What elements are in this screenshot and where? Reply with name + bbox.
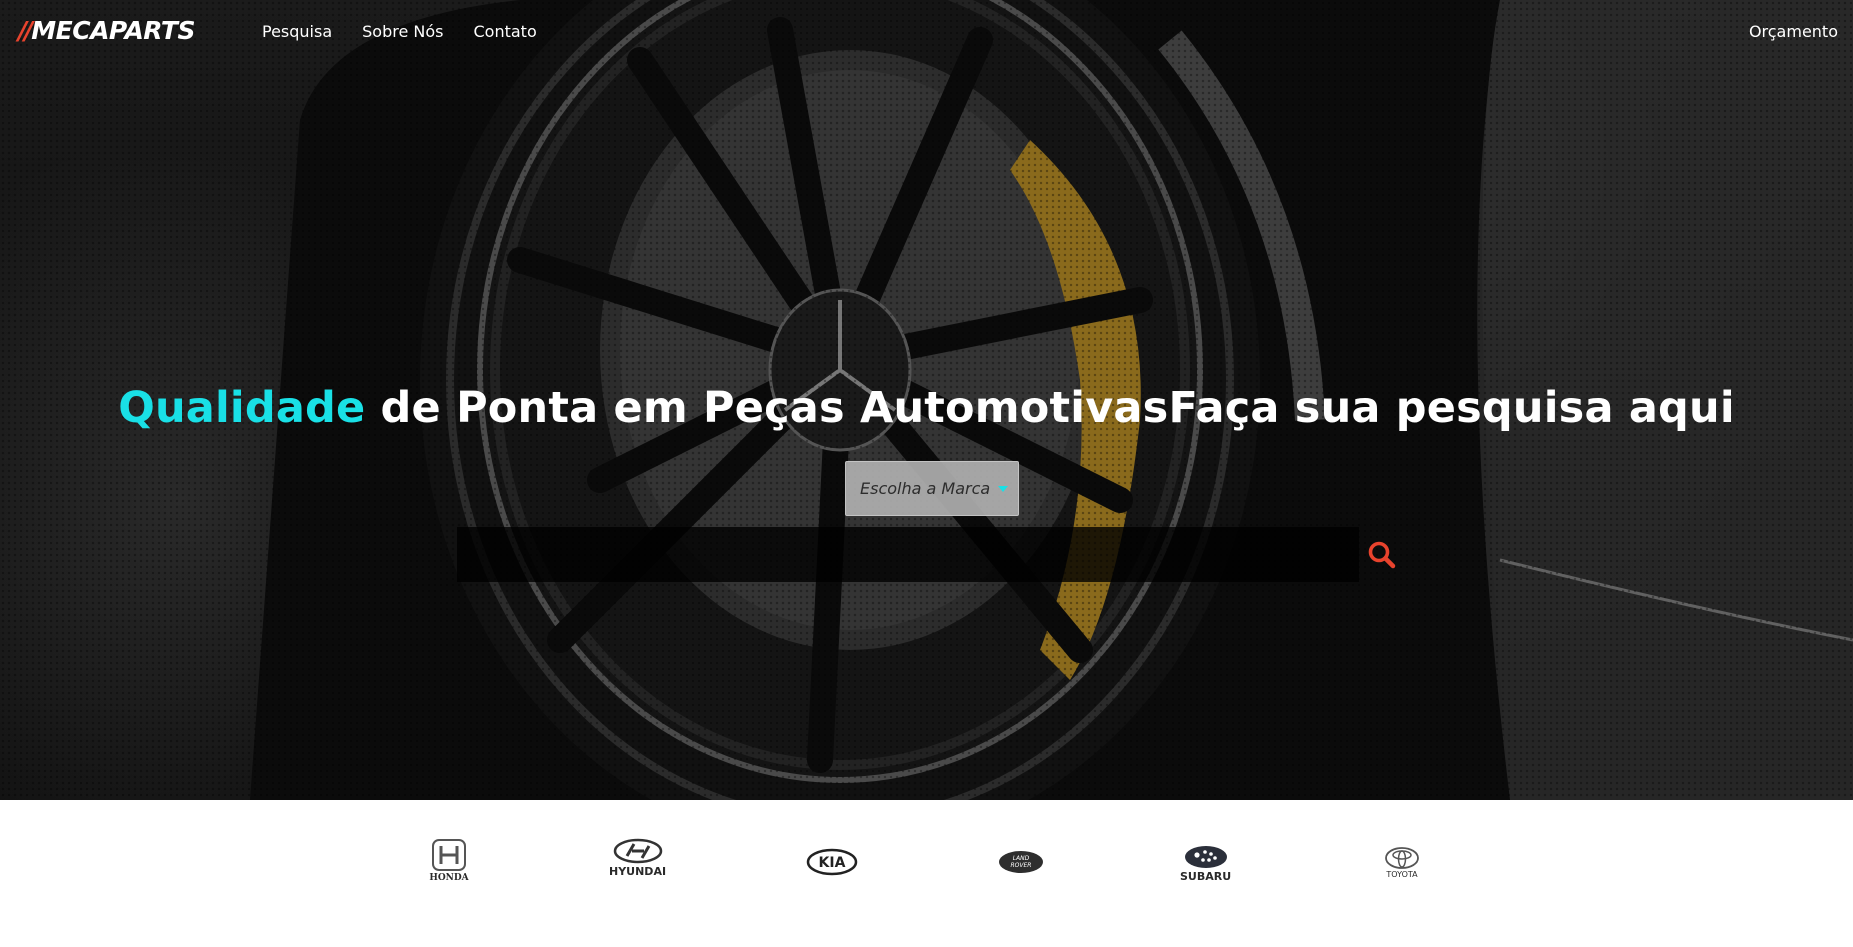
brand-kia[interactable]: KIA [806, 848, 858, 876]
land-rover-logo-icon: LAND ROVER [999, 851, 1043, 873]
hero-headline: Qualidade de Ponta em Peças AutomotivasF… [0, 383, 1853, 433]
search-input[interactable] [457, 527, 1359, 582]
nav-link-orcamento[interactable]: Orçamento [1749, 22, 1838, 41]
nav-link-contato[interactable]: Contato [474, 22, 537, 41]
brand-label-subaru: SUBARU [1180, 870, 1232, 883]
hero-section: // MECAPARTS Pesquisa Sobre Nós Contato … [0, 0, 1853, 800]
brand-land-rover[interactable]: LAND ROVER [998, 850, 1044, 874]
svg-text:LAND: LAND [1013, 855, 1030, 862]
brand-subaru[interactable]: SUBARU [1180, 845, 1231, 883]
svg-text:ROVER: ROVER [1011, 862, 1032, 869]
brand-select-dropdown[interactable]: Escolha a Marca [845, 461, 1019, 516]
chevron-down-icon [998, 485, 1009, 492]
search-icon [1368, 541, 1396, 569]
brand-honda[interactable]: HONDA [427, 838, 471, 883]
headline-accent: Qualidade [118, 383, 366, 433]
toyota-logo-icon [1385, 847, 1419, 869]
brand-hyundai[interactable]: HYUNDAI [609, 838, 666, 878]
brand-toyota[interactable]: TOYOTA [1384, 847, 1420, 879]
brand-select-value: Escolha a Marca [860, 479, 991, 498]
hyundai-logo-icon [613, 838, 662, 864]
subaru-logo-icon [1184, 846, 1227, 868]
headline-rest: de Ponta em Peças AutomotivasFaça sua pe… [365, 383, 1735, 433]
kia-logo-icon: KIA [806, 848, 858, 876]
brand-label-toyota: TOYOTA [1386, 870, 1418, 879]
nav-links: Pesquisa Sobre Nós Contato [262, 22, 537, 41]
brand-label-hyundai: HYUNDAI [609, 865, 667, 878]
nav-link-pesquisa[interactable]: Pesquisa [262, 22, 332, 41]
search-button[interactable] [1366, 539, 1398, 571]
navbar: // MECAPARTS Pesquisa Sobre Nós Contato … [0, 0, 1853, 66]
nav-link-sobre-nos[interactable]: Sobre Nós [362, 22, 443, 41]
brand-logos-strip: HONDA HYUNDAI KIA LAND ROVER SUBARU TOYO… [0, 800, 1853, 947]
logo-slashes: // [18, 16, 33, 45]
logo-text: MECAPARTS [31, 16, 195, 45]
svg-text:KIA: KIA [819, 855, 846, 871]
honda-logo-icon [432, 839, 466, 871]
logo[interactable]: // MECAPARTS [18, 16, 195, 45]
brand-label-honda: HONDA [429, 873, 469, 883]
